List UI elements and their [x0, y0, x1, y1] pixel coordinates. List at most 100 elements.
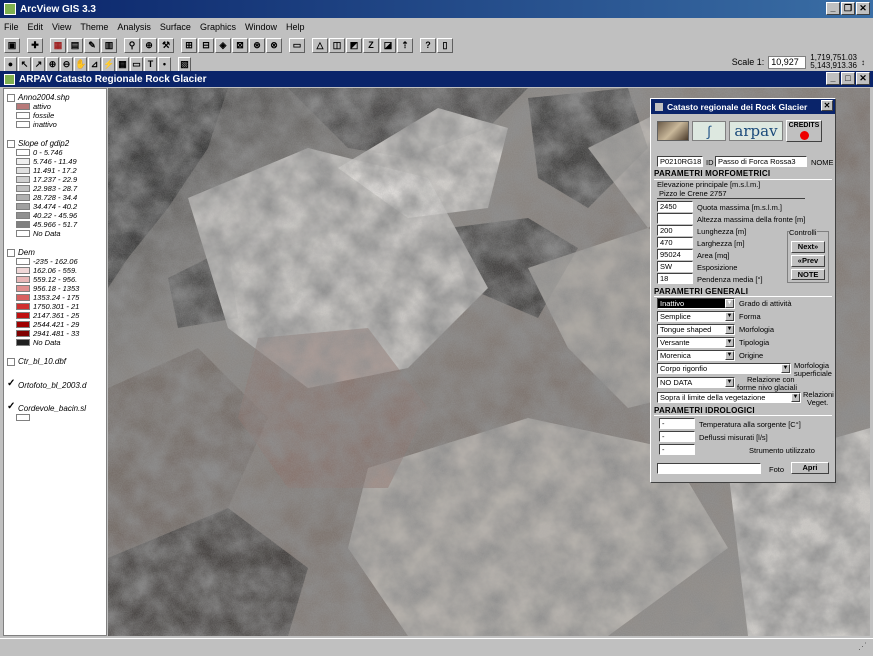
- menu-analysis[interactable]: Analysis: [117, 22, 151, 32]
- zoom-in-icon[interactable]: ⊞: [181, 37, 197, 53]
- legend-entry: 2544.421 - 29: [4, 320, 106, 329]
- menu-theme[interactable]: Theme: [80, 22, 108, 32]
- larghezza-field[interactable]: 470: [657, 237, 693, 248]
- legend-swatch: [16, 158, 30, 166]
- toc-theme[interactable]: Anno2004.shp: [4, 92, 106, 102]
- vegetazione-combo[interactable]: Sopra il limite della vegetazione ▼: [657, 392, 801, 403]
- menu-surface[interactable]: Surface: [160, 22, 191, 32]
- pan-icon[interactable]: ✋: [74, 56, 87, 72]
- help2-icon[interactable]: ▯: [437, 37, 453, 53]
- chart2-icon[interactable]: ◩: [346, 37, 362, 53]
- chart3-icon[interactable]: ◪: [380, 37, 396, 53]
- vertex-icon[interactable]: ↗: [32, 56, 45, 72]
- clear-icon[interactable]: ⊠: [232, 37, 248, 53]
- temperatura-field[interactable]: -: [659, 418, 695, 429]
- menu-view[interactable]: View: [52, 22, 71, 32]
- tipologia-combo[interactable]: Versante ▼: [657, 337, 735, 348]
- morf-superficiale-combo[interactable]: Corpo rigonfio ▼: [657, 363, 791, 374]
- identify-icon[interactable]: ●: [4, 56, 17, 72]
- theme-props-icon[interactable]: ▦: [50, 37, 66, 53]
- menu-edit[interactable]: Edit: [28, 22, 44, 32]
- scale-input[interactable]: 10,927: [768, 55, 807, 69]
- save-icon[interactable]: ▣: [4, 37, 20, 53]
- area-field[interactable]: 95024: [657, 249, 693, 260]
- grado-combo[interactable]: Inattivo ▼: [657, 298, 735, 309]
- minimize-button[interactable]: _: [826, 2, 840, 15]
- text-tool-icon[interactable]: T: [144, 56, 157, 72]
- theme-visibility-checkbox[interactable]: [7, 93, 15, 102]
- esposizione-field[interactable]: SW: [657, 261, 693, 272]
- query-icon[interactable]: ⊛: [249, 37, 265, 53]
- select-icon[interactable]: ◈: [215, 37, 231, 53]
- quota-field[interactable]: 2450: [657, 201, 693, 212]
- zoom-full-icon[interactable]: ⚲: [124, 37, 140, 53]
- theme-visibility-checkbox[interactable]: ✓: [7, 402, 15, 413]
- strumento-field[interactable]: -: [659, 444, 695, 455]
- nome-field[interactable]: Passo di Forca Rossa3: [715, 156, 807, 167]
- toc-theme[interactable]: ✓ Ortofoto_bl_2003.d: [4, 379, 106, 390]
- zoom-active-icon[interactable]: ⊕: [141, 37, 157, 53]
- code-field[interactable]: P0210RG18: [657, 156, 703, 167]
- view-minimize-button[interactable]: _: [826, 72, 840, 85]
- pendenza-field[interactable]: 18: [657, 273, 693, 284]
- bold-icon[interactable]: ⇡: [397, 37, 413, 53]
- hotlink-icon[interactable]: ⚡: [102, 56, 115, 72]
- elevazione-field[interactable]: Pizzo le Crene 2757: [657, 189, 805, 199]
- help-icon[interactable]: ?: [420, 37, 436, 53]
- zoom-out-tool-icon[interactable]: ⊖: [60, 56, 73, 72]
- view-close-button[interactable]: ✕: [856, 72, 870, 85]
- deflussi-field[interactable]: -: [659, 431, 695, 442]
- table-icon[interactable]: ▥: [101, 37, 117, 53]
- close-button[interactable]: ✕: [856, 2, 870, 15]
- origine-combo[interactable]: Morenica ▼: [657, 350, 735, 361]
- toc-theme[interactable]: Ctr_bl_10.dbf: [4, 356, 106, 367]
- chart-icon[interactable]: ◫: [329, 37, 345, 53]
- layout-icon[interactable]: ▭: [289, 37, 305, 53]
- toc-theme[interactable]: Slope of gdip2: [4, 138, 106, 148]
- relazione-combo[interactable]: NO DATA ▼: [657, 377, 735, 388]
- note-button[interactable]: NOTE: [791, 269, 825, 280]
- rel-veg-label-2: Veget.: [807, 398, 829, 407]
- measure-icon[interactable]: ⊿: [88, 56, 101, 72]
- view-maximize-button[interactable]: □: [841, 72, 855, 85]
- theme-visibility-checkbox[interactable]: [7, 248, 15, 257]
- legend-icon[interactable]: ▤: [67, 37, 83, 53]
- next-button[interactable]: Next»: [791, 241, 825, 253]
- theme-visibility-checkbox[interactable]: [7, 358, 15, 366]
- menu-graphics[interactable]: Graphics: [200, 22, 236, 32]
- snap-icon[interactable]: ▧: [178, 56, 191, 72]
- area-icon[interactable]: ▦: [116, 56, 129, 72]
- label-icon[interactable]: ▭: [130, 56, 143, 72]
- menu-help[interactable]: Help: [286, 22, 305, 32]
- nome-label: NOME: [811, 158, 834, 167]
- zoom-out-icon[interactable]: ⊟: [198, 37, 214, 53]
- morfologia-combo[interactable]: Tongue shaped ▼: [657, 324, 735, 335]
- theme-visibility-checkbox[interactable]: [7, 139, 15, 148]
- maximize-button[interactable]: ❐: [841, 2, 855, 15]
- lunghezza-field[interactable]: 200: [657, 225, 693, 236]
- edit-icon[interactable]: ✎: [84, 37, 100, 53]
- toc-theme[interactable]: Dem: [4, 247, 106, 257]
- text-icon[interactable]: Z: [363, 37, 379, 53]
- foto-field[interactable]: [657, 463, 761, 474]
- zoom-in-tool-icon[interactable]: ⊕: [46, 56, 59, 72]
- add-theme-icon[interactable]: ✚: [27, 37, 43, 53]
- menu-window[interactable]: Window: [245, 22, 277, 32]
- altezza-field[interactable]: [657, 213, 693, 224]
- menu-file[interactable]: File: [4, 22, 19, 32]
- morfologia-value: Tongue shaped: [660, 325, 712, 334]
- credits-button[interactable]: CREDITS: [786, 120, 822, 142]
- legend-swatch: [16, 103, 30, 111]
- theme-visibility-checkbox[interactable]: ✓: [7, 379, 15, 390]
- triangle-icon[interactable]: △: [312, 37, 328, 53]
- draw-icon[interactable]: •: [158, 56, 171, 72]
- apri-button[interactable]: Apri: [791, 462, 829, 474]
- zoom-selected-icon[interactable]: ⚒: [158, 37, 174, 53]
- dialog-close-button[interactable]: ✕: [821, 100, 833, 111]
- pointer-icon[interactable]: ↖: [18, 56, 31, 72]
- forma-combo[interactable]: Semplice ▼: [657, 311, 735, 322]
- locate-icon[interactable]: ⊗: [266, 37, 282, 53]
- toc-theme[interactable]: ✓ Cordevole_bacin.sl: [4, 402, 106, 413]
- legend-entry: 17.237 - 22.9: [4, 175, 106, 184]
- prev-button[interactable]: «Prev: [791, 255, 825, 267]
